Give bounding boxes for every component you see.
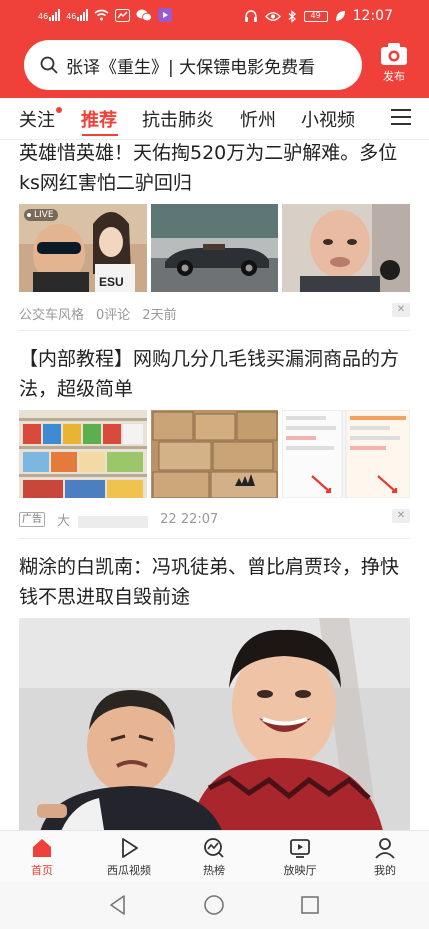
- news-card[interactable]: 英雄惜英雄！天佑掏520万为二驴解难。多位ks网红害怕二驴回归 ESU LIVE: [19, 140, 411, 323]
- leaf-icon: [335, 11, 345, 21]
- comment-count: 0评论: [96, 308, 131, 323]
- two-people-laughing-photo[interactable]: [19, 618, 410, 830]
- battery-icon: 49: [303, 10, 328, 22]
- channel-tabs: 关注 推荐 抗击肺炎 忻州 小视频: [0, 98, 429, 140]
- nav-trending[interactable]: 热榜: [179, 837, 249, 878]
- news-card[interactable]: 糊涂的白凯南：冯巩徒弟、曾比肩贾玲，挣快钱不思进取自毁前途: [19, 552, 410, 830]
- bluetooth-icon: [288, 9, 296, 23]
- tab-short-video[interactable]: 小视频: [301, 106, 355, 132]
- divider: [19, 330, 410, 331]
- article-meta: 广告 大 22 22:07 ✕: [19, 509, 410, 529]
- eye-icon: [264, 11, 281, 21]
- live-selfie-photo[interactable]: ESU LIVE: [19, 204, 147, 292]
- article-title[interactable]: 英雄惜英雄！天佑掏520万为二驴解难。多位ks网红害怕二驴回归: [19, 140, 410, 198]
- dismiss-icon[interactable]: ✕: [392, 303, 410, 317]
- tab-xinzhou[interactable]: 忻州: [240, 106, 276, 132]
- store-shelves-photo[interactable]: [19, 410, 147, 498]
- tab-recommend[interactable]: 推荐: [81, 106, 117, 132]
- search-bar[interactable]: 张译《重生》| 大保镖电影免费看: [24, 40, 362, 90]
- home-circle-icon[interactable]: [203, 894, 225, 916]
- ad-badge: 广告: [19, 512, 45, 527]
- dismiss-icon[interactable]: ✕: [392, 509, 410, 523]
- channel-menu-icon[interactable]: [391, 109, 411, 127]
- article-source[interactable]: 大: [57, 510, 149, 529]
- wechat-icon: [136, 9, 153, 21]
- phone-screenshot-photo[interactable]: [282, 410, 411, 498]
- search-suggestion: 张译《重生》| 大保镖电影免费看: [66, 57, 316, 78]
- active-tab-underline: [82, 134, 118, 136]
- publish-label: 发布: [383, 70, 405, 83]
- cardboard-boxes-photo[interactable]: [150, 410, 279, 498]
- nav-xigua-video[interactable]: 西瓜视频: [94, 837, 164, 878]
- back-icon[interactable]: [108, 894, 128, 916]
- video-app-icon: [158, 8, 173, 22]
- live-dot-icon: [27, 213, 31, 217]
- play-icon: [122, 838, 138, 858]
- search-icon: [40, 56, 58, 74]
- article-meta: 公交车风格 0评论 2天前 ✕: [19, 303, 410, 323]
- new-badge-dot: [56, 107, 62, 113]
- divider: [19, 538, 410, 539]
- chart-app-icon: [115, 8, 131, 22]
- article-images: ESU LIVE: [19, 204, 411, 292]
- trending-icon: [204, 838, 224, 858]
- tab-fight-pneumonia[interactable]: 抗击肺炎: [142, 106, 214, 132]
- article-images: [19, 410, 411, 498]
- article-title[interactable]: 【内部教程】网购几分几毛钱买漏洞商品的方法，超级简单: [19, 344, 410, 404]
- tab-follow[interactable]: 关注: [19, 106, 62, 132]
- bottom-navigation: 首页 西瓜视频 热榜 放映厅 我的: [0, 830, 429, 882]
- man-portrait-photo[interactable]: [282, 204, 411, 292]
- publish-time: 2天前: [142, 308, 177, 323]
- home-icon: [33, 839, 51, 857]
- camera-icon: [381, 43, 407, 65]
- publish-time: 22 22:07: [160, 512, 219, 527]
- tv-icon: [290, 839, 310, 858]
- publish-button[interactable]: 发布: [374, 42, 414, 90]
- blurred-text: [78, 515, 149, 528]
- article-title[interactable]: 糊涂的白凯南：冯巩徒弟、曾比肩贾玲，挣快钱不思进取自毁前途: [19, 552, 410, 612]
- signal-icon-2: 46: [66, 9, 89, 21]
- status-time: 12:07: [352, 8, 393, 24]
- app-header: 46 46 49 12:07 张译《重生》| 大保镖电影免费看 发布: [0, 0, 429, 98]
- news-feed[interactable]: 英雄惜英雄！天佑掏520万为二驴解难。多位ks网红害怕二驴回归 ESU LIVE: [0, 140, 429, 830]
- headset-icon: [244, 9, 257, 22]
- article-source[interactable]: 公交车风格: [19, 304, 84, 323]
- ad-card[interactable]: 【内部教程】网购几分几毛钱买漏洞商品的方法，超级简单 广告 大 22 22:07…: [19, 344, 411, 529]
- svg-text:ESU: ESU: [99, 275, 124, 289]
- profile-icon: [375, 838, 395, 859]
- nav-profile[interactable]: 我的: [350, 837, 420, 878]
- status-bar: 46 46 49 12:07: [0, 0, 429, 34]
- signal-icon: 46: [38, 9, 61, 21]
- system-navigation: [0, 882, 429, 929]
- wifi-icon: [94, 9, 109, 21]
- nav-cinema[interactable]: 放映厅: [265, 837, 335, 878]
- nav-home[interactable]: 首页: [7, 837, 77, 878]
- convertible-car-photo[interactable]: [150, 204, 279, 292]
- recents-icon[interactable]: [300, 895, 320, 915]
